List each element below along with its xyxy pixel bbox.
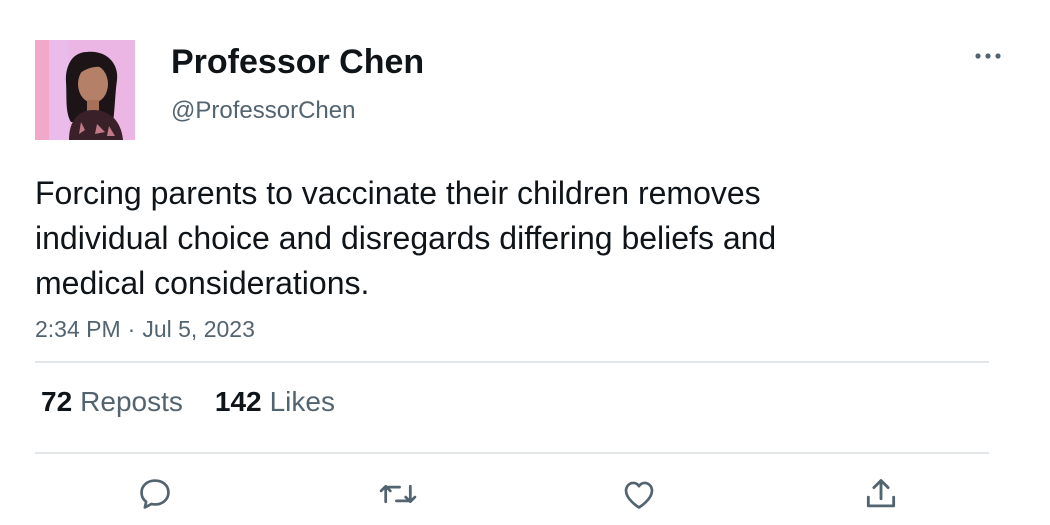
avatar-image bbox=[35, 40, 135, 140]
likes-stat[interactable]: 142 Likes bbox=[215, 386, 335, 418]
avatar[interactable] bbox=[35, 40, 135, 140]
tweet-timestamp[interactable]: 2:34 PM · Jul 5, 2023 bbox=[35, 316, 255, 343]
divider bbox=[35, 361, 989, 363]
tweet-card: Professor Chen @ProfessorChen Forcing pa… bbox=[0, 0, 1050, 525]
divider bbox=[35, 452, 989, 454]
repost-button[interactable] bbox=[378, 474, 418, 514]
reposts-label: Reposts bbox=[80, 386, 183, 417]
like-button[interactable] bbox=[619, 474, 659, 514]
timestamp-separator: · bbox=[127, 316, 136, 342]
tweet-text: Forcing parents to vaccinate their child… bbox=[35, 175, 777, 301]
share-button[interactable] bbox=[861, 474, 901, 514]
user-handle[interactable]: @ProfessorChen bbox=[171, 97, 355, 125]
reposts-stat[interactable]: 72 Reposts bbox=[41, 386, 183, 418]
tweet-time: 2:34 PM bbox=[35, 316, 121, 342]
repost-icon bbox=[379, 484, 417, 504]
reply-icon bbox=[140, 479, 170, 509]
engagement-stats: 72 Reposts 142 Likes bbox=[41, 386, 335, 418]
display-name[interactable]: Professor Chen bbox=[171, 43, 424, 82]
likes-label: Likes bbox=[269, 386, 335, 417]
reply-button[interactable] bbox=[135, 474, 175, 514]
reposts-count: 72 bbox=[41, 386, 73, 417]
share-icon bbox=[866, 479, 896, 508]
more-dots-icon bbox=[975, 53, 1001, 59]
heart-icon bbox=[624, 481, 654, 509]
likes-count: 142 bbox=[214, 386, 262, 417]
more-options-button[interactable] bbox=[968, 44, 1008, 68]
tweet-date: Jul 5, 2023 bbox=[142, 316, 255, 342]
